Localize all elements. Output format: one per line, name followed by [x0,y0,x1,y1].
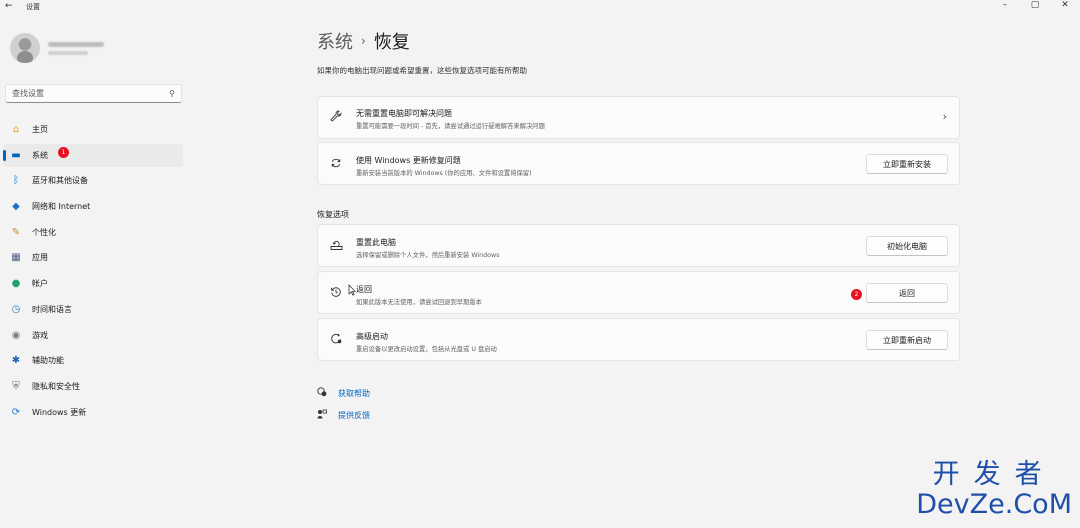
card-description: 重新安装当前版本的 Windows (你的应用、文件和设置将保留) [356,170,532,177]
sidebar-item-label: 游戏 [32,330,48,340]
restart-now-button[interactable]: 立即重新启动 [866,330,948,350]
page-subtitle: 如果你的电脑出现问题或希望重置，这些恢复选项可能有所帮助 [317,66,527,75]
sidebar-item-label: 时间和语言 [32,304,72,314]
card-title: 返回 [356,285,372,294]
brush-icon: ✎ [11,226,21,238]
bluetooth-icon: ᛒ [13,175,19,187]
sidebar-item-7[interactable]: ◷ 时间和语言 [3,298,183,321]
watermark-en: DevZe.CoM [916,489,1072,520]
gamepad-icon: ◉ [11,329,21,341]
minimize-icon[interactable]: – [1000,0,1010,10]
advanced-startup-icon [329,333,343,348]
search-icon[interactable]: ⚲ [169,89,175,98]
sidebar-item-10[interactable]: ⛨ 隐私和安全性 [3,375,183,398]
account-icon: ● [11,278,21,290]
advanced-startup-card: 高级启动 重启设备以更改启动设置，包括从光盘或 U 盘启动 立即重新启动 [317,318,960,361]
accessibility-icon: ✱ [11,355,21,367]
card-description: 重置可能需要一段时间 - 首先，请尝试通过运行疑难解答来解决问题 [356,123,545,130]
system-icon: ▬ [11,149,21,161]
sidebar-item-2[interactable]: ᛒ 蓝牙和其他设备 [3,169,183,192]
window-title: 设置 [26,3,40,11]
window-controls: – ▢ ✕ [1000,0,1070,10]
annotation-badge: 1 [58,146,69,158]
reset-pc-button[interactable]: 初始化电脑 [866,236,948,256]
home-icon: ⌂ [12,124,20,135]
card-title: 高级启动 [356,332,388,341]
reinstall-now-button[interactable]: 立即重新安装 [866,154,948,174]
go-back-button[interactable]: 返回 [866,283,948,303]
feedback-icon [317,409,329,422]
sidebar-item-6[interactable]: ● 帐户 [3,272,183,295]
troubleshoot-card[interactable]: 无需重置电脑即可解决问题 重置可能需要一段时间 - 首先，请尝试通过运行疑难解答… [317,96,960,139]
card-description: 选择保留或删除个人文件，然后重新安装 Windows [356,252,500,259]
sidebar-item-label: 应用 [32,253,48,263]
section-title-recovery-options: 恢复选项 [317,210,349,219]
user-profile[interactable] [10,33,104,63]
sidebar-item-label: 帐户 [32,279,48,289]
go-back-card: 返回 如果此版本无法使用，请尝试回退到早期版本 2 返回 [317,271,960,314]
give-feedback-link[interactable]: 提供反馈 [317,404,370,426]
page-title: 恢复 [373,32,410,53]
reset-pc-icon [329,239,343,254]
breadcrumb-separator: › [361,34,366,48]
profile-name-blurred [48,41,104,55]
card-description: 如果此版本无法使用，请尝试回退到早期版本 [356,299,482,306]
close-icon[interactable]: ✕ [1060,0,1070,10]
sidebar-item-8[interactable]: ◉ 游戏 [3,324,183,347]
sidebar-item-0[interactable]: ⌂ 主页 [3,118,183,141]
watermark-cn: 开发者 [932,459,1056,490]
wifi-icon: ◆ [12,201,20,213]
avatar[interactable] [10,33,40,63]
sidebar-item-label: 系统 [32,150,48,160]
sidebar-nav: ⌂ 主页 ▬ 系统 1 ᛒ 蓝牙和其他设备 ◆ 网络和 Internet ✎ 个性化 ▦ 应用 ● 帐户 ◷ 时… [3,118,183,426]
sidebar-item-9[interactable]: ✱ 辅助功能 [3,349,183,372]
title-bar: ← 设置 – ▢ ✕ [0,0,1080,14]
help-links: 获取帮助 提供反馈 [317,382,370,426]
shield-icon: ⛨ [12,380,20,392]
sidebar-item-5[interactable]: ▦ 应用 [3,246,183,269]
back-arrow-icon[interactable]: ← [5,1,13,11]
sidebar-item-label: 隐私和安全性 [32,381,80,391]
search-input[interactable] [12,89,170,98]
get-help-link[interactable]: 获取帮助 [317,382,370,404]
search-box[interactable]: ⚲ [5,84,182,103]
card-title: 使用 Windows 更新修复问题 [356,156,461,165]
windows-update-repair-card: 使用 Windows 更新修复问题 重新安装当前版本的 Windows (你的应… [317,142,960,185]
refresh-icon [329,157,343,172]
sidebar-item-3[interactable]: ◆ 网络和 Internet [3,195,183,218]
windows-update-icon: ⟳ [11,406,21,418]
clock-globe-icon: ◷ [11,303,21,315]
breadcrumb: 系统 › 恢复 [317,28,410,54]
sidebar-item-label: 网络和 Internet [32,202,91,212]
chevron-right-icon[interactable]: › [943,110,947,123]
get-help-label[interactable]: 获取帮助 [338,388,370,399]
sidebar-item-label: 蓝牙和其他设备 [32,176,88,186]
mouse-cursor-icon [348,284,356,299]
sidebar-item-label: Windows 更新 [32,407,87,417]
watermark-logo: 开发者 DevZe.CoM [916,460,1072,520]
reset-pc-card: 重置此电脑 选择保留或删除个人文件，然后重新安装 Windows 初始化电脑 [317,224,960,267]
card-title: 重置此电脑 [356,238,396,247]
sidebar-item-4[interactable]: ✎ 个性化 [3,221,183,244]
give-feedback-label[interactable]: 提供反馈 [338,410,370,421]
sidebar-item-label: 辅助功能 [32,356,64,366]
sidebar-item-label: 个性化 [32,227,56,237]
apps-icon: ▦ [11,252,21,264]
maximize-icon[interactable]: ▢ [1030,0,1040,10]
history-icon [329,286,343,301]
breadcrumb-parent[interactable]: 系统 [317,28,353,54]
annotation-badge: 2 [851,289,862,300]
sidebar-item-label: 主页 [32,125,48,134]
sidebar-item-1[interactable]: ▬ 系统 1 [3,143,183,167]
card-description: 重启设备以更改启动设置，包括从光盘或 U 盘启动 [356,346,497,353]
sidebar-item-11[interactable]: ⟳ Windows 更新 [3,401,183,424]
card-title: 无需重置电脑即可解决问题 [356,109,452,118]
help-icon [317,386,329,400]
wrench-icon [329,110,343,125]
